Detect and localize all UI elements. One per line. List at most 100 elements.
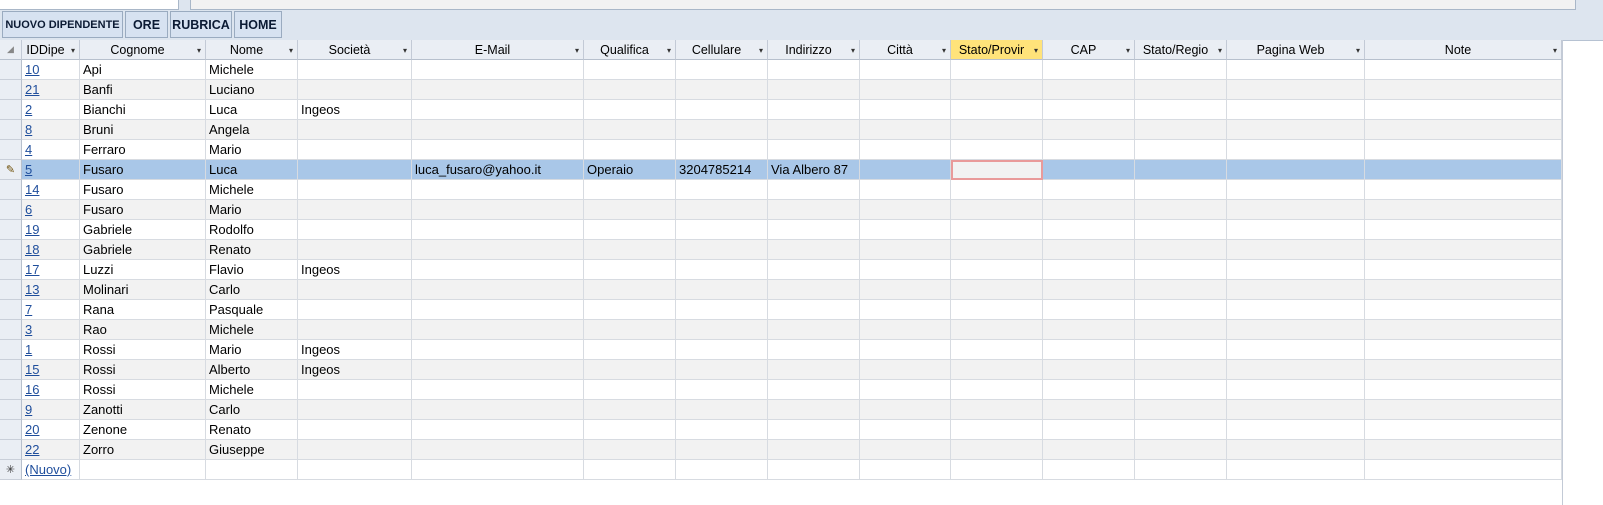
cell-societa[interactable] [298,200,412,220]
cell-cellulare[interactable] [676,340,768,360]
cell-societa[interactable] [298,80,412,100]
cell-cognome[interactable]: Zorro [80,440,206,460]
cell-cellulare[interactable] [676,100,768,120]
record-selector[interactable] [0,420,22,440]
record-id-link[interactable]: 21 [25,82,39,97]
cell-citta[interactable] [860,360,951,380]
cell-id[interactable]: 6 [22,200,80,220]
cell-stato-regione[interactable] [1135,380,1227,400]
cell-citta[interactable] [860,80,951,100]
cell-qualifica[interactable] [584,340,676,360]
cell-indirizzo[interactable] [768,360,860,380]
cell-cellulare[interactable] [676,220,768,240]
table-row[interactable]: 1 Rossi Mario Ingeos [0,340,1562,360]
sort-filter-arrow-icon[interactable]: ▾ [1126,46,1130,55]
cell-indirizzo[interactable] [768,60,860,80]
cell-indirizzo[interactable] [768,120,860,140]
sort-filter-arrow-icon[interactable]: ▾ [667,46,671,55]
cell-cap[interactable] [1043,100,1135,120]
cell-citta[interactable] [860,300,951,320]
column-header-citta[interactable]: Città ▾ [860,40,951,60]
cell-stato-regione[interactable] [1135,280,1227,300]
cell-citta[interactable] [860,200,951,220]
cell-cognome[interactable]: Zenone [80,420,206,440]
cell-email[interactable]: luca_fusaro@yahoo.it [412,160,584,180]
cell-email[interactable] [412,460,584,480]
cell-qualifica[interactable] [584,240,676,260]
table-row[interactable]: 17 Luzzi Flavio Ingeos [0,260,1562,280]
cell-stato-provincia[interactable] [951,420,1043,440]
cell-stato-provincia[interactable] [951,140,1043,160]
cell-cap[interactable] [1043,240,1135,260]
cell-note[interactable] [1365,340,1562,360]
cell-id[interactable]: 19 [22,220,80,240]
cell-cognome[interactable]: Rossi [80,340,206,360]
record-selector[interactable] [0,320,22,340]
cell-nome[interactable]: Mario [206,140,298,160]
cell-email[interactable] [412,400,584,420]
sort-filter-arrow-icon[interactable]: ▾ [851,46,855,55]
cell-qualifica[interactable] [584,440,676,460]
record-id-link[interactable]: 18 [25,242,39,257]
cell-stato-provincia[interactable] [951,240,1043,260]
table-row[interactable]: 8 Bruni Angela [0,120,1562,140]
cell-nome[interactable]: Angela [206,120,298,140]
cell-societa[interactable] [298,440,412,460]
cell-citta[interactable] [860,460,951,480]
record-id-link[interactable]: 8 [25,122,32,137]
cell-email[interactable] [412,60,584,80]
cell-stato-provincia[interactable] [951,200,1043,220]
table-row[interactable]: 22 Zorro Giuseppe [0,440,1562,460]
cell-societa[interactable] [298,400,412,420]
cell-nome[interactable]: Carlo [206,400,298,420]
cell-pagina-web[interactable] [1227,240,1365,260]
cell-id[interactable]: 9 [22,400,80,420]
cell-qualifica[interactable] [584,460,676,480]
table-row[interactable]: 7 Rana Pasquale [0,300,1562,320]
cell-indirizzo[interactable] [768,80,860,100]
table-row[interactable]: 4 Ferraro Mario [0,140,1562,160]
cell-nome[interactable]: Mario [206,340,298,360]
cell-pagina-web[interactable] [1227,100,1365,120]
cell-citta[interactable] [860,380,951,400]
cell-id[interactable]: 15 [22,360,80,380]
cell-email[interactable] [412,180,584,200]
cell-stato-regione[interactable] [1135,440,1227,460]
table-row[interactable]: 6 Fusaro Mario [0,200,1562,220]
cell-email[interactable] [412,240,584,260]
cell-nome[interactable]: Michele [206,180,298,200]
nuovo-dipendente-button[interactable]: NUOVO DIPENDENTE [2,11,123,38]
cell-pagina-web[interactable] [1227,180,1365,200]
cell-cognome[interactable]: Rossi [80,360,206,380]
cell-stato-regione[interactable] [1135,320,1227,340]
sort-filter-arrow-icon[interactable]: ▾ [1553,46,1557,55]
cell-societa[interactable] [298,280,412,300]
cell-cognome[interactable]: Gabriele [80,240,206,260]
cell-email[interactable] [412,260,584,280]
cell-note[interactable] [1365,100,1562,120]
cell-email[interactable] [412,120,584,140]
cell-qualifica[interactable] [584,320,676,340]
cell-cap[interactable] [1043,320,1135,340]
cell-societa[interactable]: Ingeos [298,100,412,120]
cell-cellulare[interactable] [676,200,768,220]
column-header-stato-provincia[interactable]: Stato/Provir ▾ [951,40,1043,60]
cell-indirizzo[interactable] [768,100,860,120]
record-id-link[interactable]: 20 [25,422,39,437]
record-id-link[interactable]: 13 [25,282,39,297]
record-id-link[interactable]: 6 [25,202,32,217]
cell-note[interactable] [1365,80,1562,100]
record-id-link[interactable]: 4 [25,142,32,157]
cell-stato-provincia[interactable] [951,380,1043,400]
cell-indirizzo[interactable]: Via Albero 87 [768,160,860,180]
cell-note[interactable] [1365,60,1562,80]
cell-cap[interactable] [1043,460,1135,480]
table-row[interactable]: 13 Molinari Carlo [0,280,1562,300]
cell-societa[interactable] [298,420,412,440]
cell-cellulare[interactable] [676,420,768,440]
record-selector[interactable] [0,400,22,420]
cell-stato-provincia[interactable] [951,280,1043,300]
cell-qualifica[interactable] [584,120,676,140]
sort-filter-arrow-icon[interactable]: ▾ [1034,46,1038,55]
record-id-link[interactable]: 22 [25,442,39,457]
